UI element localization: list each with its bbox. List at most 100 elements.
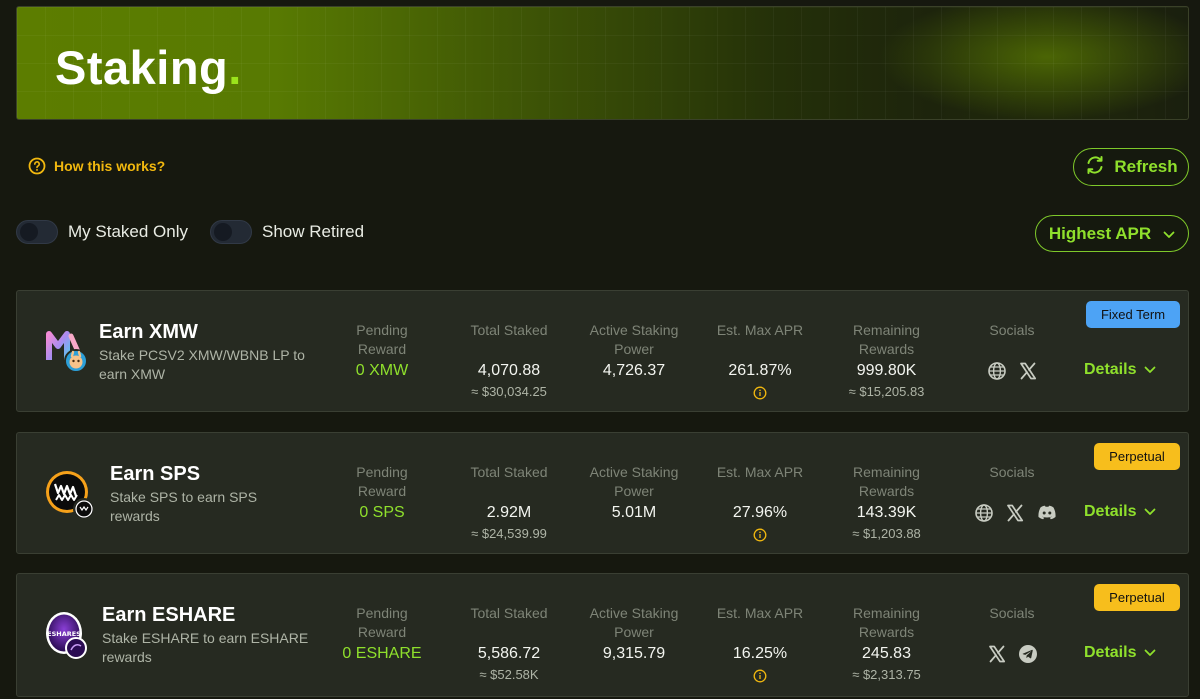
globe-icon[interactable] [974, 503, 994, 528]
pending-reward-column: Pending Reward 0 XMW [342, 321, 422, 380]
pending-reward-column: Pending Reward 0 ESHARE [337, 604, 427, 663]
pool-name: Earn SPS [110, 463, 201, 485]
chevron-down-icon [1163, 224, 1175, 244]
apr-info-icon[interactable] [753, 669, 767, 683]
show-retired-label: Show Retired [262, 222, 365, 241]
sort-dropdown[interactable]: Highest APR [1035, 215, 1189, 252]
total-staked-column: Total Staked 4,070.88 ≈ $30,034.25 [449, 321, 569, 399]
discord-icon[interactable] [1036, 503, 1058, 528]
pool-description: Stake PCSV2 XMW/WBNB LP to earn XMW [99, 347, 305, 382]
show-retired-toggle[interactable] [210, 220, 252, 244]
pool-card-eshare: ESHARES Earn ESHARE Stake ESHARE to earn… [16, 573, 1189, 697]
apr-label: Est. Max APR [716, 605, 804, 621]
staking-power-value: 5.01M [611, 504, 657, 521]
staking-power-label: Active Staking Power [589, 605, 679, 640]
details-toggle[interactable]: Details [1084, 644, 1156, 662]
pending-reward-column: Pending Reward 0 SPS [342, 463, 422, 522]
staking-power-column: Active Staking Power 4,726.37 [579, 321, 689, 380]
my-staked-only-label: My Staked Only [68, 222, 188, 241]
apr-column: Est. Max APR 16.25% [705, 604, 815, 683]
staking-power-value: 4,726.37 [602, 362, 666, 379]
chevron-down-icon [1144, 503, 1156, 521]
sps-logo [45, 470, 95, 520]
details-label: Details [1084, 503, 1137, 520]
chevron-down-icon [1144, 361, 1156, 379]
pool-card-sps: Earn SPS Stake SPS to earn SPS rewards P… [16, 432, 1189, 554]
pending-reward-label: Pending Reward [356, 322, 408, 357]
my-staked-only-filter: My Staked Only [16, 220, 188, 244]
details-toggle[interactable]: Details [1084, 503, 1156, 521]
socials-label: Socials [989, 605, 1035, 621]
how-this-works-link[interactable]: How this works? [28, 157, 165, 175]
apr-label: Est. Max APR [716, 464, 804, 480]
total-staked-value: 5,586.72 [477, 645, 541, 662]
socials-label: Socials [989, 322, 1035, 338]
remaining-rewards-value: 999.80K [856, 362, 917, 379]
pool-card-xmw: Earn XMW Stake PCSV2 XMW/WBNB LP to earn… [16, 290, 1189, 412]
total-staked-usd: ≈ $52.58K [479, 667, 539, 682]
socials-column: Socials [977, 321, 1047, 340]
my-staked-only-toggle[interactable] [16, 220, 58, 244]
toggle-knob [214, 223, 232, 241]
x-icon[interactable] [1005, 503, 1025, 528]
remaining-rewards-label: Remaining Rewards [853, 322, 920, 357]
apr-label: Est. Max APR [716, 322, 804, 338]
total-staked-usd: ≈ $24,539.99 [471, 526, 547, 541]
details-label: Details [1084, 361, 1137, 378]
term-badge: Perpetual [1094, 584, 1180, 611]
sort-selected-label: Highest APR [1048, 223, 1152, 243]
pending-reward-label: Pending Reward [356, 464, 408, 499]
term-badge: Fixed Term [1086, 301, 1180, 328]
socials-label: Socials [989, 464, 1035, 480]
apr-column: Est. Max APR 261.87% [705, 321, 815, 400]
remaining-rewards-usd: ≈ $2,313.75 [852, 667, 921, 682]
staking-power-column: Active Staking Power 5.01M [579, 463, 689, 522]
socials-icons [987, 644, 1038, 669]
x-icon[interactable] [987, 644, 1007, 669]
pending-reward-value: 0 SPS [359, 504, 405, 521]
socials-icons [974, 503, 1058, 528]
remaining-rewards-column: Remaining Rewards 245.83 ≈ $2,313.75 [829, 604, 944, 682]
apr-info-icon[interactable] [753, 528, 767, 542]
total-staked-label: Total Staked [470, 605, 548, 621]
how-this-works-label: How this works? [54, 158, 166, 174]
eshare-logo-text: ESHARES [47, 630, 81, 638]
apr-info-icon[interactable] [753, 386, 767, 400]
apr-column: Est. Max APR 27.96% [705, 463, 815, 542]
socials-column: Socials [977, 604, 1047, 623]
show-retired-filter: Show Retired [210, 220, 364, 244]
pending-reward-label: Pending Reward [356, 605, 408, 640]
title-dot: . [228, 41, 242, 94]
remaining-rewards-value: 245.83 [862, 645, 911, 662]
staking-power-value: 9,315.79 [602, 645, 666, 662]
apr-value: 27.96% [732, 504, 788, 521]
refresh-button[interactable]: Refresh [1073, 148, 1189, 186]
chevron-down-icon [1144, 644, 1156, 662]
total-staked-value: 4,070.88 [477, 362, 541, 379]
pending-reward-value: 0 XMW [355, 362, 409, 379]
remaining-rewards-usd: ≈ $1,203.88 [852, 526, 921, 541]
x-icon[interactable] [1018, 361, 1038, 386]
details-toggle[interactable]: Details [1084, 361, 1156, 379]
total-staked-usd: ≈ $30,034.25 [471, 384, 547, 399]
socials-column: Socials [977, 463, 1047, 482]
apr-value: 16.25% [732, 645, 788, 662]
telegram-icon[interactable] [1018, 644, 1038, 669]
pending-reward-value: 0 ESHARE [342, 645, 422, 662]
remaining-rewards-column: Remaining Rewards 143.39K ≈ $1,203.88 [829, 463, 944, 541]
staking-power-label: Active Staking Power [589, 322, 679, 357]
page-title: Staking. [55, 41, 242, 94]
help-circle-icon [28, 157, 46, 175]
globe-icon[interactable] [987, 361, 1007, 386]
refresh-icon [1084, 154, 1106, 181]
xmw-logo [43, 326, 93, 376]
page-banner: Staking. [16, 6, 1189, 120]
details-label: Details [1084, 644, 1137, 661]
remaining-rewards-label: Remaining Rewards [853, 464, 920, 499]
remaining-rewards-usd: ≈ $15,205.83 [848, 384, 925, 399]
refresh-label: Refresh [1114, 157, 1178, 176]
apr-value: 261.87% [728, 362, 792, 379]
total-staked-column: Total Staked 2.92M ≈ $24,539.99 [449, 463, 569, 541]
staking-power-label: Active Staking Power [589, 464, 679, 499]
pool-name: Earn ESHARE [102, 604, 236, 626]
